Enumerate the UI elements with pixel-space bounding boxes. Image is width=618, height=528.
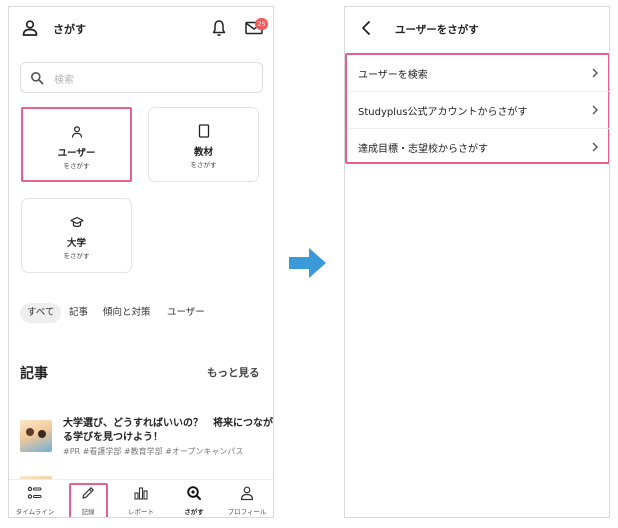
article-thumbnail <box>20 420 52 452</box>
article-tags: #PR #看護学部 #教育学部 #オープンキャンパス <box>63 447 244 456</box>
search-icon <box>31 72 44 85</box>
chip-all[interactable]: すべて <box>20 303 62 323</box>
bar-chart-icon <box>134 487 148 500</box>
card-label: 教材 <box>193 147 213 158</box>
see-more-link[interactable]: もっと見る <box>207 365 260 380</box>
tab-label: さがす <box>184 508 204 516</box>
user-icon <box>71 126 82 138</box>
tab-report[interactable]: レポート <box>115 480 167 517</box>
search-icon <box>187 486 201 500</box>
menu-item-label: ユーザーを検索 <box>358 70 428 81</box>
chip-users[interactable]: ユーザー <box>167 303 205 323</box>
bell-icon[interactable] <box>211 19 227 37</box>
card-label: 大学 <box>66 238 86 249</box>
tab-timeline[interactable]: タイムライン <box>9 480 61 517</box>
account-icon[interactable] <box>21 19 39 37</box>
back-arrow-icon[interactable] <box>361 21 371 35</box>
article-title: 大学選び、どうすればいいの？ 将来につながる学びを見つけよう！ <box>63 418 273 443</box>
chip-articles[interactable]: 記事 <box>69 303 88 323</box>
page-title: さがす <box>53 23 86 36</box>
tab-label: プロフィール <box>227 508 267 516</box>
menu-item-label: Studyplus公式アカウントからさがす <box>358 107 528 118</box>
menu-item-official-accounts[interactable]: Studyplus公式アカウントからさがす <box>349 92 609 129</box>
tab-label: タイムライン <box>15 508 55 516</box>
header: さがす 25 <box>9 7 273 49</box>
page-title: ユーザーをさがす <box>395 24 479 36</box>
search-input[interactable]: 検索 <box>20 62 263 93</box>
chevron-right-icon <box>592 68 598 78</box>
bottom-tab-bar: タイムライン 記録 レポート さがす プロフィール <box>9 479 273 517</box>
card-label: ユーザー <box>57 148 96 159</box>
header: ユーザーをさがす <box>345 7 609 49</box>
book-icon <box>198 124 209 138</box>
notification-badge: 25 <box>255 18 268 30</box>
menu-item-goals[interactable]: 達成目標・志望校からさがす <box>349 129 609 166</box>
tab-label: レポート <box>128 508 154 516</box>
card-sublabel: をさがす <box>190 161 217 169</box>
chevron-right-icon <box>592 105 598 115</box>
search-screen: さがす 25 検索 ユーザー をさがす 教材 をさがす 大学 をさがす すべて … <box>8 6 274 518</box>
section-title: 記事 <box>20 366 48 382</box>
find-users-card[interactable]: ユーザー をさがす <box>21 107 132 182</box>
highlight-box: ユーザーを検索 Studyplus公式アカウントからさがす 達成目標・志望校から… <box>345 53 609 166</box>
search-placeholder: 検索 <box>54 75 74 86</box>
find-materials-card[interactable]: 教材 をさがす <box>148 107 259 182</box>
graduation-cap-icon <box>69 216 84 228</box>
tab-search[interactable]: さがす <box>168 480 220 517</box>
highlight-box <box>69 483 108 517</box>
find-users-screen: ユーザーをさがす ユーザーを検索 Studyplus公式アカウントからさがす 達… <box>344 6 610 518</box>
find-universities-card[interactable]: 大学 をさがす <box>21 198 132 273</box>
menu-item-search-users[interactable]: ユーザーを検索 <box>349 55 609 92</box>
card-sublabel: をさがす <box>63 162 90 170</box>
timeline-icon <box>27 486 42 499</box>
profile-icon <box>240 486 254 501</box>
chevron-right-icon <box>592 142 598 152</box>
chip-trends[interactable]: 傾向と対策 <box>103 303 151 323</box>
article-item[interactable]: 大学選び、どうすればいいの？ 将来につながる学びを見つけよう！ #PR #看護学… <box>20 417 273 459</box>
arrow-right-icon <box>289 248 326 278</box>
card-sublabel: をさがす <box>63 252 90 260</box>
menu-item-label: 達成目標・志望校からさがす <box>358 144 488 155</box>
tab-profile[interactable]: プロフィール <box>221 480 273 517</box>
